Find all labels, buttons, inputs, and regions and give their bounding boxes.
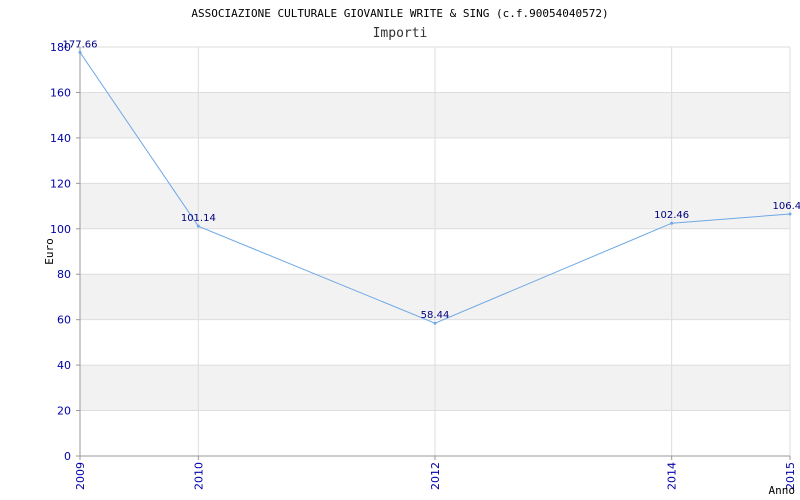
x-axis-ticks: 2009 2010 2012 2014 2015: [74, 456, 797, 490]
x-tick-label: 2009: [74, 462, 87, 490]
y-tick-label: 20: [57, 405, 71, 418]
data-point: [433, 321, 437, 325]
y-tick-label: 80: [57, 268, 71, 281]
y-tick-label: 40: [57, 359, 71, 372]
x-tick-label: 2010: [192, 462, 205, 490]
y-tick-label: 120: [50, 177, 71, 190]
chart-subtitle: Importi: [373, 26, 428, 41]
data-label: 106.49: [773, 201, 800, 212]
data-label: 102.46: [654, 210, 689, 221]
data-label: 101.14: [181, 213, 216, 224]
y-tick-label: 0: [64, 450, 71, 463]
data-label: 58.44: [421, 310, 450, 321]
x-axis-title: Anno: [769, 484, 796, 497]
data-point: [78, 50, 82, 54]
y-axis-title: Euro: [43, 238, 56, 265]
chart-title: ASSOCIAZIONE CULTURALE GIOVANILE WRITE &…: [191, 7, 608, 20]
data-label: 177.66: [63, 39, 98, 50]
data-point: [670, 221, 674, 225]
y-tick-label: 100: [50, 223, 71, 236]
y-tick-label: 140: [50, 132, 71, 145]
data-point: [788, 212, 792, 216]
x-tick-label: 2012: [429, 462, 442, 490]
x-tick-label: 2014: [666, 462, 679, 490]
line-chart: ASSOCIAZIONE CULTURALE GIOVANILE WRITE &…: [43, 7, 800, 497]
y-tick-label: 160: [50, 86, 71, 99]
data-point: [196, 224, 200, 228]
y-tick-label: 60: [57, 314, 71, 327]
